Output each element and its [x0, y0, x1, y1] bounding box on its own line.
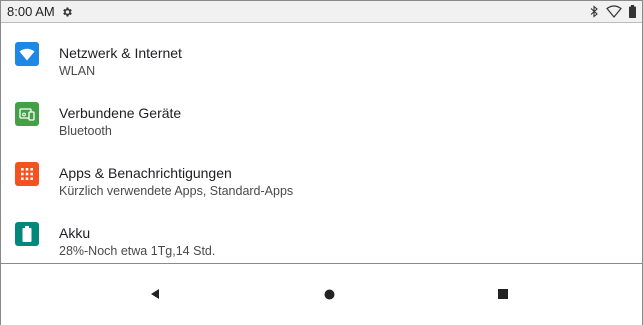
settings-item-apps[interactable]: Apps & Benachrichtigungen Kürzlich verwe… [1, 144, 642, 204]
settings-item-subtitle: WLAN [59, 64, 96, 78]
battery-icon [15, 222, 39, 246]
status-bar: 8:00 AM [1, 1, 642, 23]
settings-item-subtitle: Kürzlich verwendete Apps, Standard-Apps [59, 184, 294, 198]
device-screen: 8:00 AM Netzwerk & Internet WLAN Verbund… [0, 0, 643, 325]
status-time: 8:00 AM [7, 4, 55, 19]
status-icons [589, 5, 636, 23]
settings-item-network[interactable]: Netzwerk & Internet WLAN [1, 24, 642, 84]
settings-item-subtitle: 28%-Noch etwa 1Tg,14 Std. [59, 244, 216, 258]
recents-icon[interactable] [495, 286, 511, 302]
settings-item-title: Verbundene Geräte [59, 105, 182, 121]
wifi-icon [15, 42, 39, 66]
navigation-bar [1, 263, 642, 325]
settings-list: Netzwerk & Internet WLAN Verbundene Gerä… [1, 24, 642, 264]
settings-item-title: Apps & Benachrichtigungen [59, 165, 232, 181]
apps-grid-icon [15, 162, 39, 186]
settings-item-title: Netzwerk & Internet [59, 45, 182, 61]
settings-item-title: Akku [59, 225, 91, 241]
battery-icon [629, 5, 636, 23]
bluetooth-icon [589, 5, 599, 23]
settings-item-battery[interactable]: Akku 28%-Noch etwa 1Tg,14 Std. [1, 204, 642, 264]
settings-item-subtitle: Bluetooth [59, 124, 112, 138]
wifi-icon [606, 5, 622, 23]
back-icon[interactable] [147, 286, 163, 302]
gear-icon [61, 6, 73, 18]
settings-item-connected-devices[interactable]: Verbundene Geräte Bluetooth [1, 84, 642, 144]
home-icon[interactable] [321, 286, 337, 302]
devices-icon [15, 102, 39, 126]
